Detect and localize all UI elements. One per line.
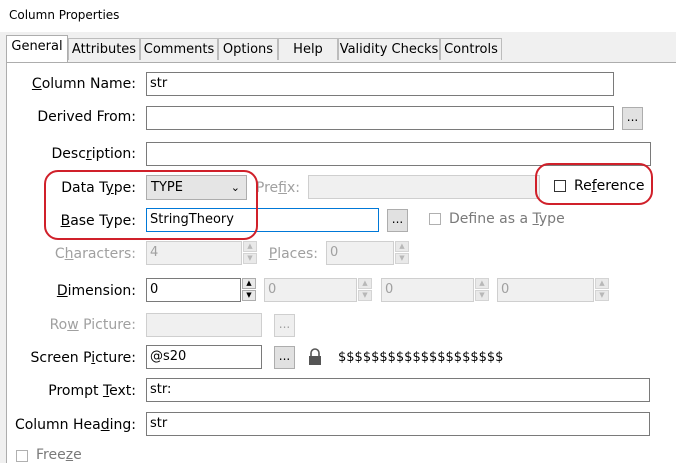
spin-down-icon[interactable]: ▼: [243, 253, 257, 264]
base-type-input[interactable]: StringTheory: [146, 208, 379, 232]
column-name-input[interactable]: str: [146, 72, 614, 96]
define-as-type-label: Define as a Type: [449, 211, 565, 227]
derived-from-browse-button[interactable]: ...: [622, 107, 643, 130]
spin-down-icon[interactable]: ▼: [358, 290, 372, 301]
row-picture-browse-button[interactable]: ...: [274, 314, 295, 337]
description-label: Description:: [51, 146, 136, 162]
spin-up-icon[interactable]: ▲: [242, 278, 256, 289]
freeze-label: Freeze: [36, 447, 82, 463]
freeze-checkbox[interactable]: [16, 450, 28, 462]
data-type-value: TYPE: [151, 180, 183, 195]
row-picture-label: Row Picture:: [49, 317, 136, 333]
spin-down-icon[interactable]: ▼: [242, 290, 256, 301]
characters-label: Characters:: [54, 246, 136, 262]
screen-picture-label: Screen Picture:: [30, 350, 136, 366]
screen-picture-sample: $$$$$$$$$$$$$$$$$$$$: [338, 350, 504, 365]
spin-up-icon[interactable]: ▲: [475, 278, 489, 289]
tab-attributes[interactable]: Attributes: [68, 38, 140, 60]
row-picture-input[interactable]: [146, 313, 262, 337]
spin-up-icon[interactable]: ▲: [358, 278, 372, 289]
dimension-input-3[interactable]: 0: [381, 278, 474, 302]
prompt-text-label: Prompt Text:: [48, 383, 136, 399]
dimension-input-2[interactable]: 0: [264, 278, 357, 302]
tab-comments[interactable]: Comments: [140, 38, 218, 60]
base-type-browse-button[interactable]: ...: [387, 209, 408, 232]
spin-up-icon[interactable]: ▲: [243, 241, 257, 252]
title-bar: Column Properties: [0, 0, 676, 32]
spin-up-icon[interactable]: ▲: [595, 278, 609, 289]
tab-general[interactable]: General: [6, 35, 68, 62]
reference-checkbox[interactable]: [554, 180, 566, 192]
tab-controls[interactable]: Controls: [440, 38, 502, 60]
column-heading-label: Column Heading:: [14, 417, 136, 433]
window-title: Column Properties: [9, 8, 120, 22]
tab-help[interactable]: Help: [278, 38, 338, 60]
description-input[interactable]: [146, 142, 651, 166]
places-label: Places:: [268, 246, 318, 262]
dimension-label: Dimension:: [56, 283, 136, 299]
spin-down-icon[interactable]: ▼: [595, 290, 609, 301]
places-input[interactable]: 0: [326, 241, 394, 265]
data-type-select[interactable]: TYPE ⌄: [146, 175, 247, 200]
spin-down-icon[interactable]: ▼: [475, 290, 489, 301]
characters-input[interactable]: 4: [146, 241, 242, 265]
prefix-label: Prefix:: [255, 180, 300, 196]
lock-icon[interactable]: [306, 347, 324, 367]
derived-from-input[interactable]: [146, 106, 614, 130]
spin-down-icon[interactable]: ▼: [395, 253, 409, 264]
screen-picture-browse-button[interactable]: ...: [274, 346, 295, 369]
dimension-input-1[interactable]: 0: [146, 278, 241, 302]
reference-label: Reference: [574, 178, 645, 194]
prefix-input[interactable]: [308, 175, 540, 199]
base-type-label: Base Type:: [60, 213, 136, 229]
spin-up-icon[interactable]: ▲: [395, 241, 409, 252]
derived-from-label: Derived From:: [37, 109, 136, 125]
define-as-type-checkbox[interactable]: [429, 213, 441, 225]
prompt-text-input[interactable]: str:: [146, 378, 650, 402]
tab-options[interactable]: Options: [218, 38, 278, 60]
screen-picture-input[interactable]: @s20: [146, 345, 262, 369]
data-type-label: Data Type:: [61, 180, 136, 196]
tab-validity-checks[interactable]: Validity Checks: [338, 38, 440, 60]
chevron-down-icon: ⌄: [230, 181, 240, 194]
column-heading-input[interactable]: str: [146, 412, 650, 436]
dimension-input-4[interactable]: 0: [497, 278, 594, 302]
column-name-label: Column Name:: [31, 76, 136, 92]
